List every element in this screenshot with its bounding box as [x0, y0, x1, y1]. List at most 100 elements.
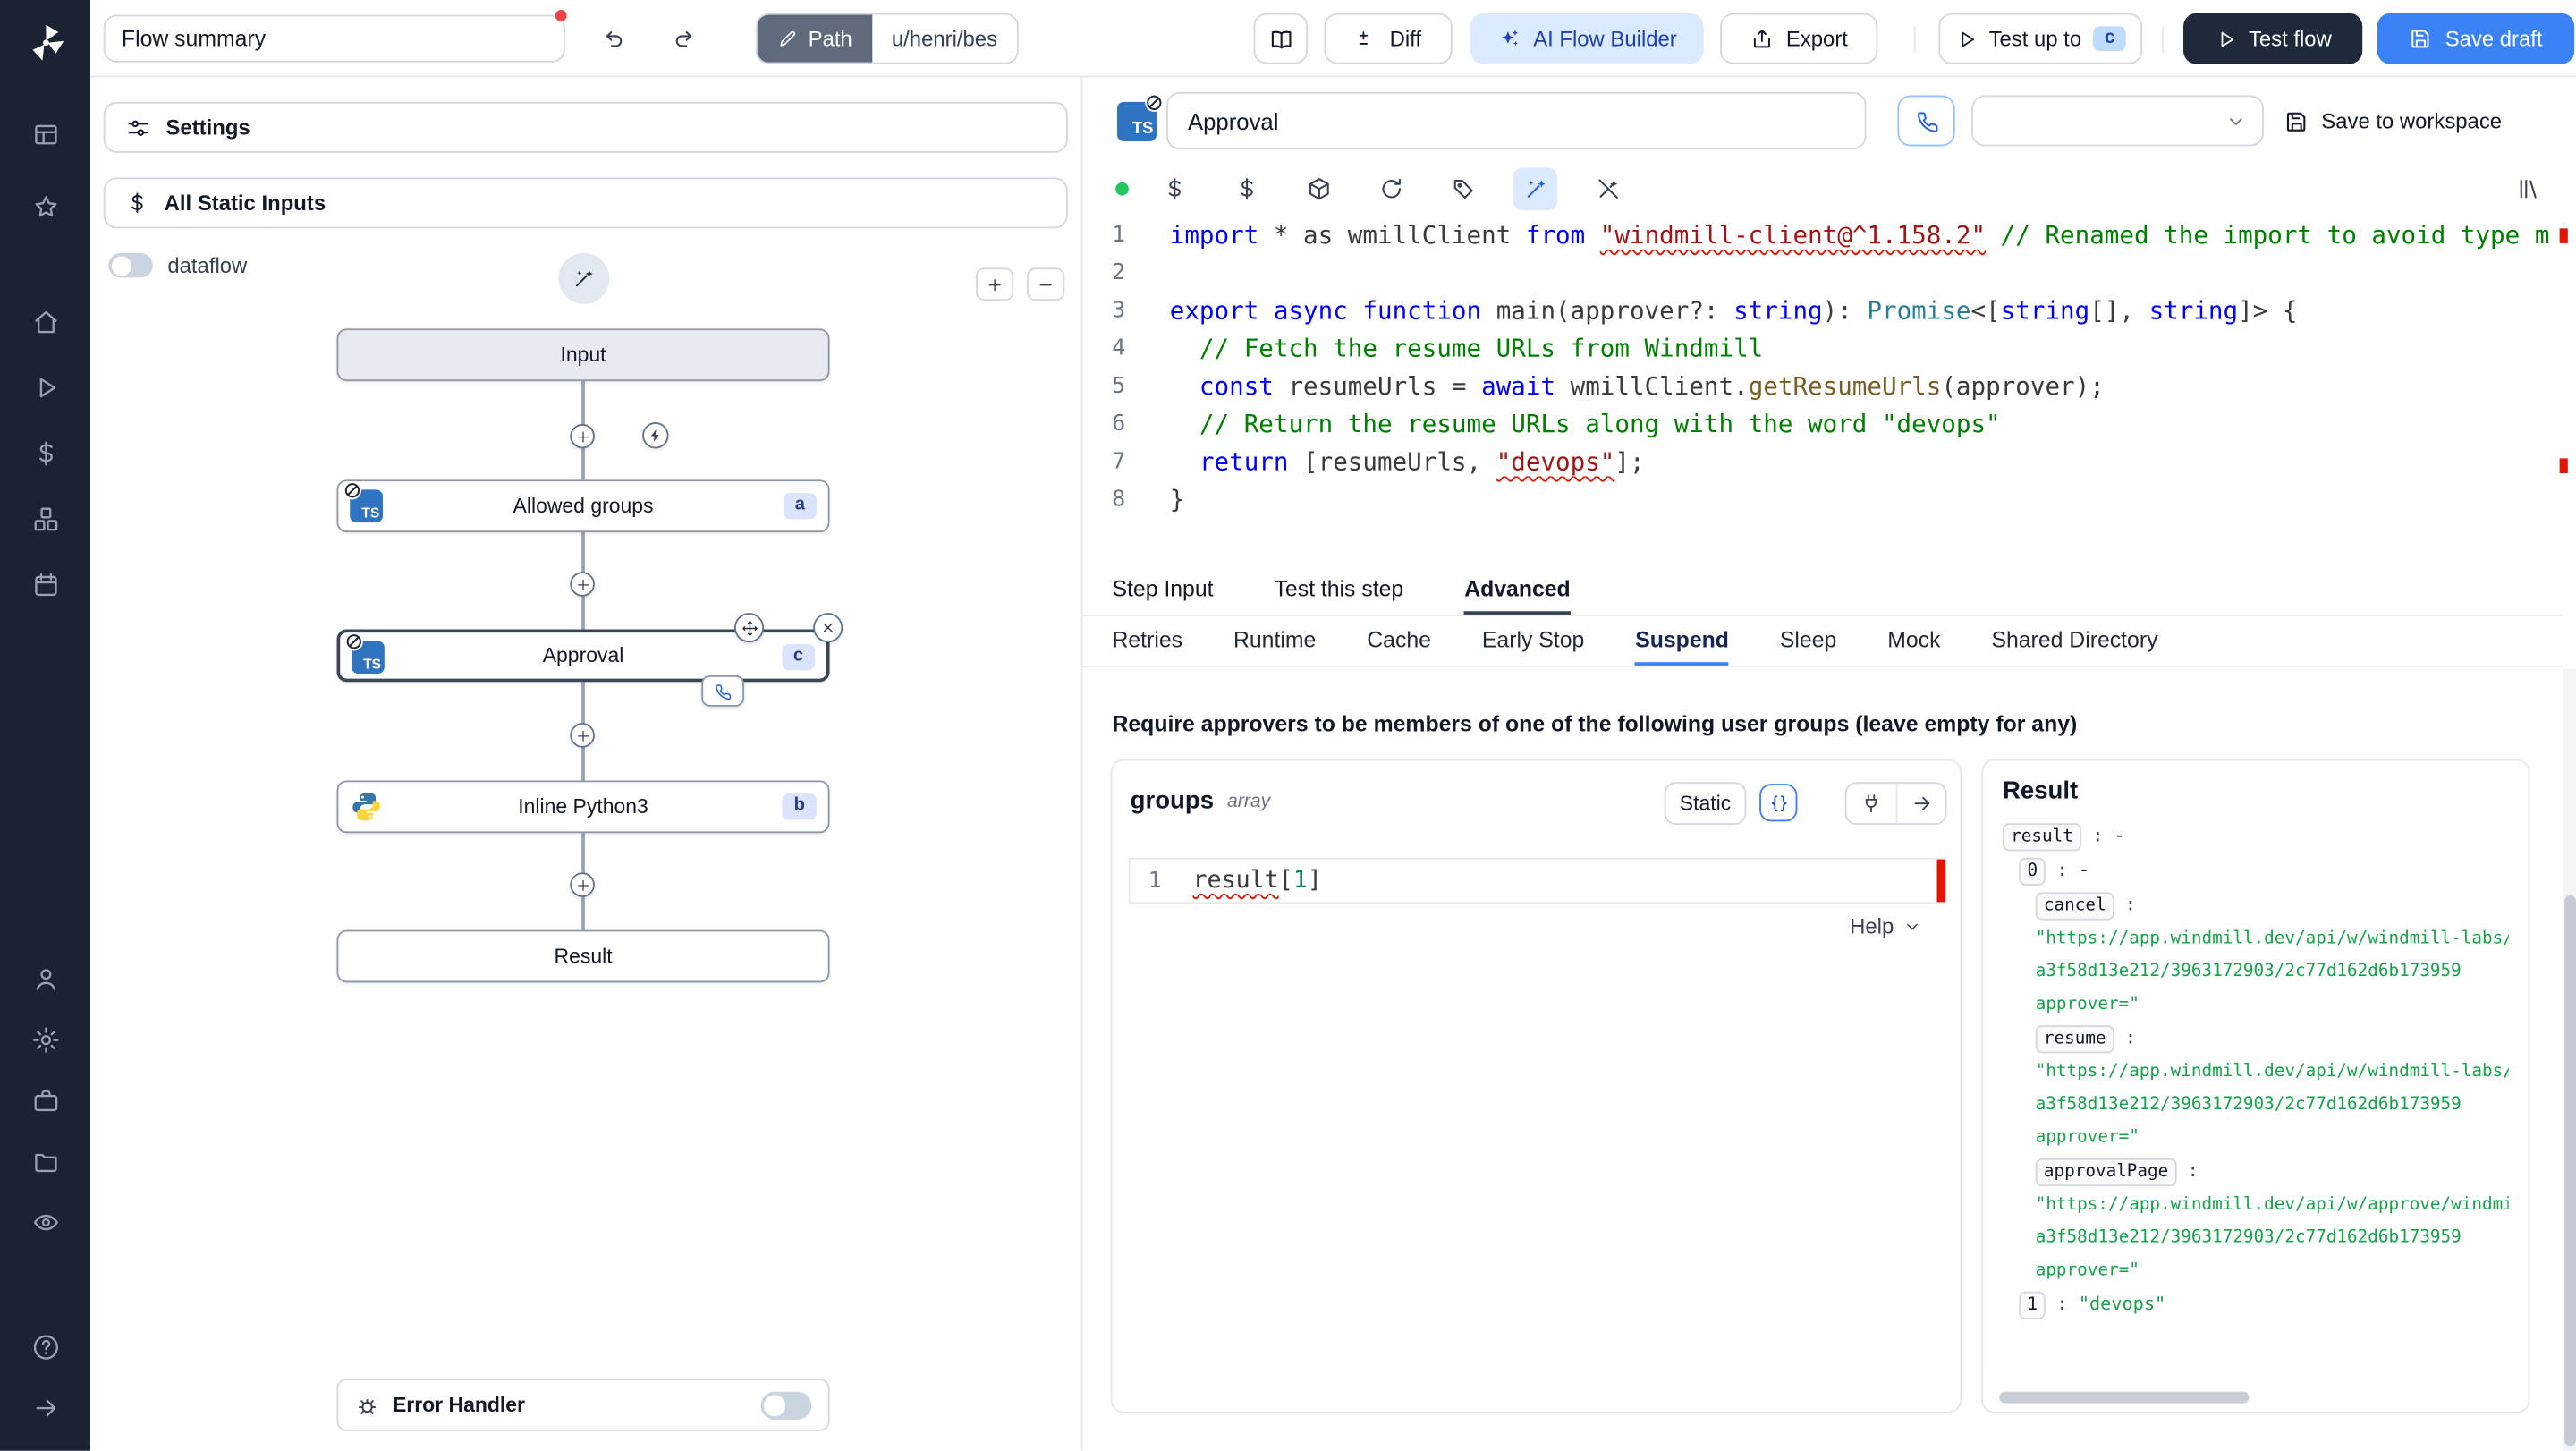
result-key[interactable]: result [2002, 823, 2082, 852]
node-allowed-groups[interactable]: TS Allowed groups a [336, 479, 830, 533]
box-button[interactable] [1296, 167, 1341, 210]
ai-flow-builder-button[interactable]: AI Flow Builder [1470, 13, 1704, 64]
subtab-suspend[interactable]: Suspend [1635, 616, 1729, 666]
groups-expression-editor[interactable]: 1 result[1] [1128, 857, 1947, 904]
result-key[interactable]: 0 [2019, 857, 2046, 887]
subtab-mock[interactable]: Mock [1887, 616, 1940, 666]
horizontal-scrollbar[interactable] [1999, 1391, 2250, 1404]
flow-settings-button[interactable]: Settings [103, 101, 1068, 153]
wand-button[interactable] [1513, 167, 1558, 211]
test-up-to-button[interactable]: Test up to c [1938, 13, 2143, 64]
sidebar-item-help[interactable] [0, 1316, 90, 1377]
step-template-select[interactable] [1971, 95, 2265, 147]
node-input[interactable]: Input [336, 328, 830, 382]
save-to-workspace-button[interactable]: Save to workspace [2284, 96, 2502, 147]
scrollbar-thumb[interactable] [2563, 895, 2576, 1447]
result-key[interactable]: resume [2035, 1025, 2114, 1054]
code-line-7[interactable]: 7 return [resumeUrls, "devops"]; [1082, 444, 2569, 481]
delete-node-button[interactable] [813, 613, 843, 643]
sidebar-item-user[interactable] [0, 948, 90, 1009]
code-line-1[interactable]: 1 import * as wmillClient from "windmill-… [1082, 216, 2569, 254]
subtab-early-stop[interactable]: Early Stop [1482, 616, 1584, 666]
add-step-button[interactable] [570, 872, 595, 897]
undo-button[interactable] [589, 16, 638, 61]
result-entry-cancel: cancel : [2003, 887, 2509, 922]
sidebar-item-folder[interactable] [0, 1131, 90, 1192]
dataflow-toggle[interactable] [108, 252, 153, 278]
code-editor[interactable]: 1 import * as wmillClient from "windmill-… [1082, 216, 2569, 564]
sidebar-item-calendar[interactable] [0, 552, 90, 617]
node-label: Approval [542, 644, 624, 667]
result-key[interactable]: 1 [2019, 1291, 2046, 1319]
library-button[interactable] [2505, 167, 2551, 210]
node-result[interactable]: Result [336, 929, 830, 983]
sidebar-item-eye[interactable] [0, 1192, 90, 1252]
subtab-retries[interactable]: Retries [1112, 616, 1182, 666]
subtab-cache[interactable]: Cache [1367, 616, 1431, 666]
expression-toggle-button[interactable] [1759, 784, 1798, 822]
sidebar-item-gear[interactable] [0, 1009, 90, 1070]
step-name-input[interactable] [1166, 91, 1867, 150]
path-button[interactable]: Path [757, 14, 872, 63]
result-key[interactable]: cancel [2035, 892, 2114, 921]
error-handler-toggle[interactable] [760, 1390, 812, 1420]
code-line-6[interactable]: 6 // Return the resume URLs along with t… [1082, 406, 2569, 444]
plug-button[interactable] [1846, 784, 1895, 823]
code-line-8[interactable]: 8} [1082, 481, 2569, 519]
tag-button[interactable] [1441, 167, 1486, 210]
add-step-button[interactable] [570, 723, 595, 748]
tab-advanced[interactable]: Advanced [1464, 565, 1571, 615]
redo-button[interactable] [660, 16, 709, 61]
sidebar-item-boxes[interactable] [0, 487, 90, 552]
tab-test-this-step[interactable]: Test this step [1275, 565, 1404, 615]
docs-button[interactable] [1253, 13, 1309, 64]
sidebar-item-briefcase[interactable] [0, 1070, 90, 1131]
dollar-button[interactable] [1152, 167, 1197, 210]
refresh-button[interactable] [1368, 167, 1413, 210]
code-line-5[interactable]: 5 const resumeUrls = await wmillClient.g… [1082, 368, 2569, 405]
sidebar-item-play[interactable] [0, 355, 90, 420]
sidebar-item-dollar[interactable] [0, 420, 90, 486]
flow-summary-input[interactable] [103, 14, 565, 63]
move-node-button[interactable] [734, 613, 765, 643]
windmill-logo[interactable] [0, 13, 90, 72]
error-handler-row[interactable]: Error Handler [336, 1379, 830, 1431]
subtab-sleep[interactable]: Sleep [1780, 616, 1836, 666]
diff-button[interactable]: Diff [1324, 13, 1453, 64]
add-step-button[interactable] [570, 423, 595, 449]
ai-wand-button[interactable] [558, 252, 610, 304]
add-trigger-button[interactable] [642, 422, 669, 449]
save-draft-button[interactable]: Save draft [2377, 13, 2575, 64]
zoom-in-button[interactable] [976, 267, 1014, 301]
path-value[interactable]: u/henri/bes [872, 15, 1017, 63]
sidebar-item-grid[interactable] [0, 98, 90, 171]
zoom-out-button[interactable] [1026, 267, 1065, 301]
subtab-runtime[interactable]: Runtime [1233, 616, 1316, 666]
suspend-indicator-badge[interactable] [701, 675, 745, 707]
result-key[interactable]: approvalPage [2035, 1158, 2177, 1187]
bolt-icon [648, 428, 664, 444]
colon: : [2114, 1026, 2137, 1048]
dollar-button[interactable] [1224, 167, 1268, 210]
tab-step-input[interactable]: Step Input [1112, 565, 1213, 615]
code-line-3[interactable]: 3 export async function main(approver?: s… [1082, 293, 2569, 330]
sidebar-item-arrow-right[interactable] [0, 1377, 90, 1438]
wand-off-button[interactable] [1585, 167, 1630, 210]
sidebar-item-home[interactable] [0, 289, 90, 354]
code-line-2[interactable]: 2 [1082, 255, 2569, 293]
export-button[interactable]: Export [1720, 13, 1878, 64]
vertical-scrollbar[interactable] [2563, 668, 2576, 1451]
static-toggle-button[interactable]: Static [1664, 782, 1747, 826]
test-flow-button[interactable]: Test flow [2183, 13, 2363, 64]
connect-arrow-button[interactable] [1895, 784, 1945, 824]
dollar-icon [1161, 176, 1187, 202]
node-inline-python3[interactable]: Inline Python3 b [336, 780, 830, 834]
fx-icon [1767, 791, 1790, 814]
sidebar-item-star[interactable] [0, 171, 90, 243]
all-static-inputs-button[interactable]: All Static Inputs [103, 177, 1068, 229]
suspend-phone-button[interactable] [1897, 95, 1955, 147]
subtab-shared-directory[interactable]: Shared Directory [1991, 616, 2157, 666]
help-toggle[interactable]: Help [1850, 913, 1921, 938]
code-line-4[interactable]: 4 // Fetch the resume URLs from Windmill [1082, 330, 2569, 368]
add-step-button[interactable] [570, 572, 595, 597]
